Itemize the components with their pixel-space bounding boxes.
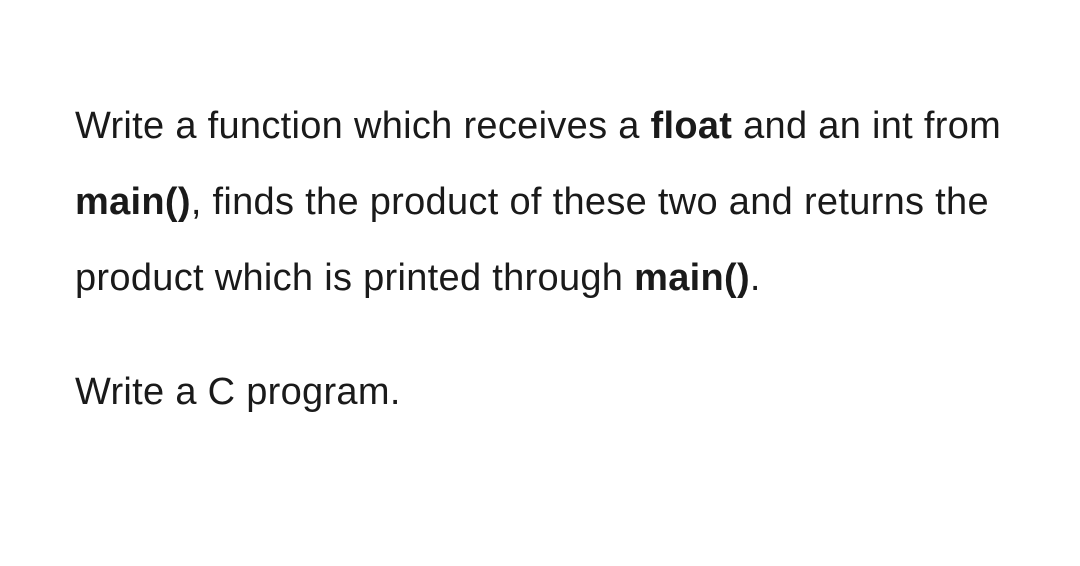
text-segment: and an int from bbox=[732, 105, 1001, 147]
bold-main-1: main() bbox=[75, 181, 191, 223]
text-segment: , finds the product of these two and ret… bbox=[75, 181, 989, 299]
paragraph-1: Write a function which receives a float … bbox=[75, 88, 1005, 316]
text-segment: . bbox=[750, 257, 761, 299]
bold-float: float bbox=[651, 105, 733, 147]
bold-main-2: main() bbox=[634, 257, 750, 299]
paragraph-2: Write a C program. bbox=[75, 354, 1005, 430]
text-segment: Write a function which receives a bbox=[75, 105, 651, 147]
